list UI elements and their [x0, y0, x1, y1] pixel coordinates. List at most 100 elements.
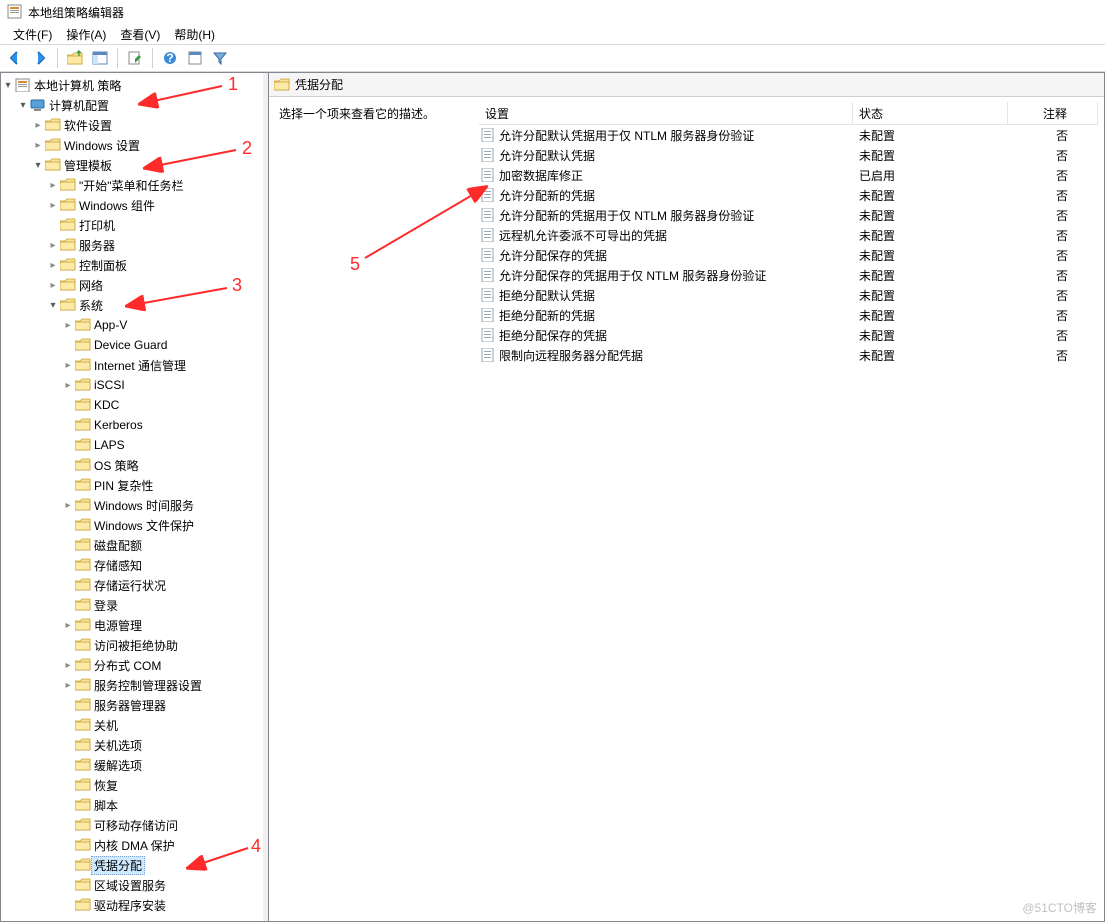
tree-item[interactable]: 关机	[1, 715, 263, 735]
menu-file[interactable]: 文件(F)	[7, 24, 58, 45]
tree-item[interactable]: 服务器	[1, 235, 263, 255]
chevron-right-icon[interactable]	[31, 140, 45, 151]
chevron-right-icon[interactable]	[31, 120, 45, 131]
tree-item-label: 网络	[76, 276, 106, 295]
tree-item[interactable]: Windows 文件保护	[1, 515, 263, 535]
tree-item[interactable]: 访问被拒绝协助	[1, 635, 263, 655]
tree-item[interactable]: 缓解选项	[1, 755, 263, 775]
chevron-right-icon[interactable]	[61, 320, 75, 331]
list-row[interactable]: 拒绝分配默认凭据未配置否	[479, 285, 1098, 305]
tree-item[interactable]: Windows 时间服务	[1, 495, 263, 515]
chevron-right-icon[interactable]	[46, 240, 60, 251]
tree-item[interactable]: 网络	[1, 275, 263, 295]
tree-item[interactable]: 凭据分配	[1, 855, 263, 875]
chevron-right-icon[interactable]	[61, 660, 75, 671]
tree-item-label: 登录	[91, 596, 121, 615]
tree-item[interactable]: 软件设置	[1, 115, 263, 135]
policy-icon	[481, 228, 495, 242]
tree-item-label: 磁盘配额	[91, 536, 145, 555]
tree-item[interactable]: 服务器管理器	[1, 695, 263, 715]
chevron-right-icon[interactable]	[46, 200, 60, 211]
tree-item[interactable]: 系统	[1, 295, 263, 315]
tree-item[interactable]: 登录	[1, 595, 263, 615]
tree-item[interactable]: 恢复	[1, 775, 263, 795]
list-row[interactable]: 限制向远程服务器分配凭据未配置否	[479, 345, 1098, 365]
list-row[interactable]: 拒绝分配新的凭据未配置否	[479, 305, 1098, 325]
properties-button[interactable]	[184, 47, 206, 69]
tree-item[interactable]: Device Guard	[1, 335, 263, 355]
tree-item[interactable]: 关机选项	[1, 735, 263, 755]
chevron-right-icon[interactable]	[61, 680, 75, 691]
tree-item-label: OS 策略	[91, 456, 142, 475]
tree-item[interactable]: Internet 通信管理	[1, 355, 263, 375]
filter-button[interactable]	[209, 47, 231, 69]
tree-pane[interactable]: 本地计算机 策略计算机配置软件设置Windows 设置管理模板"开始"菜单和任务…	[0, 72, 263, 922]
tree-item[interactable]: KDC	[1, 395, 263, 415]
list-row[interactable]: 拒绝分配保存的凭据未配置否	[479, 325, 1098, 345]
chevron-right-icon[interactable]	[61, 380, 75, 391]
tree-item[interactable]: Windows 设置	[1, 135, 263, 155]
list-row[interactable]: 允许分配默认凭据未配置否	[479, 145, 1098, 165]
list-row[interactable]: 允许分配保存的凭据用于仅 NTLM 服务器身份验证未配置否	[479, 265, 1098, 285]
tree-item[interactable]: 打印机	[1, 215, 263, 235]
chevron-right-icon[interactable]	[46, 260, 60, 271]
help-button[interactable]: ?	[159, 47, 181, 69]
tree-item[interactable]: 驱动程序安装	[1, 895, 263, 915]
tree-item[interactable]: App-V	[1, 315, 263, 335]
chevron-right-icon[interactable]	[46, 280, 60, 291]
menu-view[interactable]: 查看(V)	[114, 24, 166, 45]
tree-item[interactable]: 管理模板	[1, 155, 263, 175]
tree-item[interactable]: 服务控制管理器设置	[1, 675, 263, 695]
list-row[interactable]: 允许分配新的凭据未配置否	[479, 185, 1098, 205]
tree-item[interactable]: 可移动存储访问	[1, 815, 263, 835]
setting-name: 允许分配新的凭据用于仅 NTLM 服务器身份验证	[499, 207, 754, 224]
tree-item[interactable]: 区域设置服务	[1, 875, 263, 895]
tree-item[interactable]: 控制面板	[1, 255, 263, 275]
show-hide-tree-button[interactable]	[89, 47, 111, 69]
col-comment[interactable]: 注释	[1008, 102, 1098, 125]
tree-item-label: 服务器	[76, 236, 118, 255]
forward-button[interactable]	[29, 47, 51, 69]
export-button[interactable]	[124, 47, 146, 69]
back-button[interactable]	[4, 47, 26, 69]
menu-action[interactable]: 操作(A)	[60, 24, 112, 45]
tree-item[interactable]: "开始"菜单和任务栏	[1, 175, 263, 195]
col-status[interactable]: 状态	[853, 102, 1008, 125]
tree-item[interactable]: iSCSI	[1, 375, 263, 395]
tree-item[interactable]: 内核 DMA 保护	[1, 835, 263, 855]
tree-item[interactable]: 存储运行状况	[1, 575, 263, 595]
tree-item[interactable]: OS 策略	[1, 455, 263, 475]
tree-item[interactable]: 电源管理	[1, 615, 263, 635]
tree-item-label: 恢复	[91, 776, 121, 795]
chevron-right-icon[interactable]	[61, 500, 75, 511]
chevron-right-icon[interactable]	[46, 180, 60, 191]
tree-item[interactable]: 脚本	[1, 795, 263, 815]
annotation-5: 5	[350, 254, 360, 275]
tree-item[interactable]: 计算机配置	[1, 95, 263, 115]
chevron-down-icon[interactable]	[31, 160, 45, 171]
list-row[interactable]: 允许分配保存的凭据未配置否	[479, 245, 1098, 265]
chevron-down-icon[interactable]	[1, 80, 15, 91]
tree-item[interactable]: 分布式 COM	[1, 655, 263, 675]
list-row[interactable]: 允许分配默认凭据用于仅 NTLM 服务器身份验证未配置否	[479, 125, 1098, 145]
chevron-down-icon[interactable]	[16, 100, 30, 111]
list-row[interactable]: 允许分配新的凭据用于仅 NTLM 服务器身份验证未配置否	[479, 205, 1098, 225]
chevron-right-icon[interactable]	[61, 620, 75, 631]
tree-item[interactable]: Kerberos	[1, 415, 263, 435]
chevron-right-icon[interactable]	[61, 360, 75, 371]
tree-item[interactable]: 磁盘配额	[1, 535, 263, 555]
tree-item-label: 服务器管理器	[91, 696, 169, 715]
col-setting[interactable]: 设置	[479, 102, 853, 125]
tree-item[interactable]: LAPS	[1, 435, 263, 455]
setting-name: 远程机允许委派不可导出的凭据	[499, 227, 667, 244]
chevron-down-icon[interactable]	[46, 300, 60, 311]
up-button[interactable]	[64, 47, 86, 69]
policy-icon	[481, 128, 495, 142]
tree-item[interactable]: 存储感知	[1, 555, 263, 575]
list-row[interactable]: 加密数据库修正已启用否	[479, 165, 1098, 185]
tree-item[interactable]: Windows 组件	[1, 195, 263, 215]
menu-help[interactable]: 帮助(H)	[168, 24, 221, 45]
tree-item[interactable]: 本地计算机 策略	[1, 75, 263, 95]
tree-item[interactable]: PIN 复杂性	[1, 475, 263, 495]
list-row[interactable]: 远程机允许委派不可导出的凭据未配置否	[479, 225, 1098, 245]
